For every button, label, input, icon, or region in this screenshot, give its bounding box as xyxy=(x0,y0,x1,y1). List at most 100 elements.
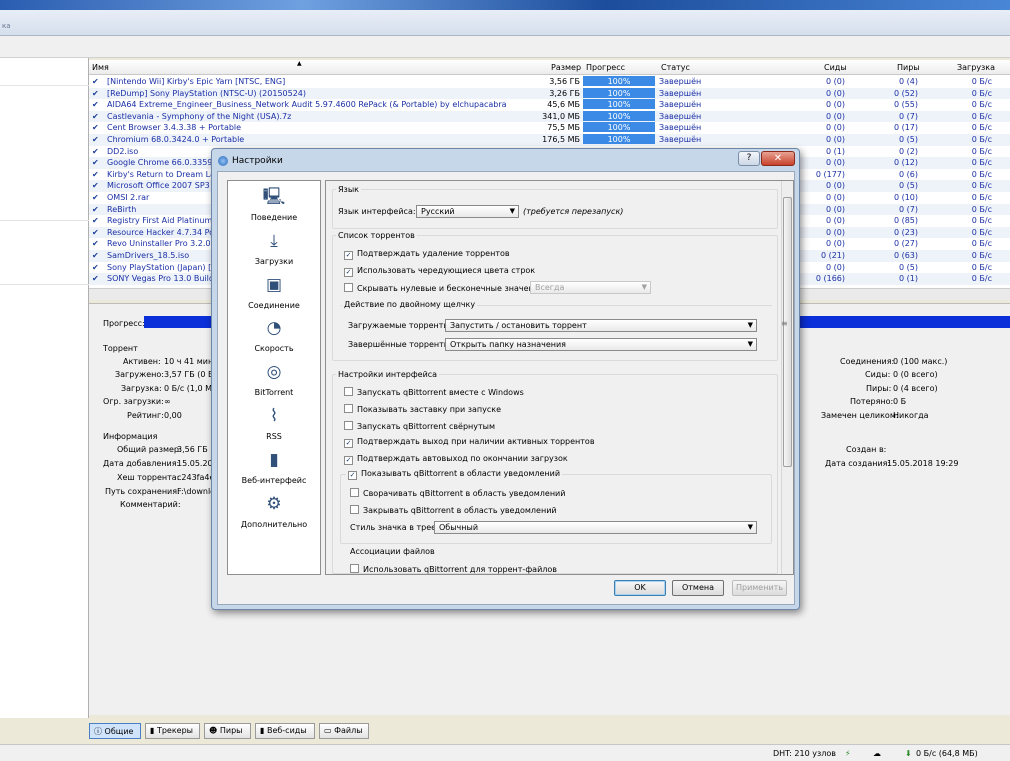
torrent-peers: 0 (23) xyxy=(893,227,918,237)
torrent-size: 3,26 ГБ xyxy=(549,88,580,98)
completed-torrents-select[interactable]: Открыть папку назначения xyxy=(445,338,757,351)
tab-webseeds[interactable]: ▮ Веб-сиды xyxy=(255,723,315,739)
torrent-status: Завершён xyxy=(659,111,702,121)
torrent-seeds: 0 (0) xyxy=(826,262,845,272)
torrent-row[interactable]: ✔ Castlevania - Symphony of the Night (US… xyxy=(89,110,1010,123)
web-ui-icon: ▮ xyxy=(269,449,279,470)
show-splash-checkbox[interactable]: Показывать заставку при запуске xyxy=(344,404,501,414)
start-minimized-checkbox[interactable]: Запускать qBittorrent свёрнутым xyxy=(344,421,495,431)
nav-item-label: Соединение xyxy=(248,300,300,310)
torrent-row[interactable]: ✔ [Nintendo Wii] Kirby's Epic Yarn [NTSC,… xyxy=(89,76,1010,88)
hide-zero-checkbox[interactable]: Скрывать нулевые и бесконечные значения xyxy=(344,283,544,293)
splitter-handle-icon[interactable]: ≡ xyxy=(781,319,788,328)
nav-item-web-ui[interactable]: ▮ Веб-интерфейс xyxy=(228,450,320,485)
nav-item-bittorrent[interactable]: ◎ BitTorrent xyxy=(228,362,320,397)
col-seeds[interactable]: Сиды xyxy=(824,63,847,72)
torrent-peers: 0 (5) xyxy=(899,262,918,272)
completed-check-icon: ✔ xyxy=(92,169,99,179)
speed-icon: ◔ xyxy=(266,318,282,339)
col-download[interactable]: Загрузка xyxy=(957,63,995,72)
assoc-torrent-checkbox[interactable]: Использовать qBittorrent для торрент-фай… xyxy=(350,564,557,574)
tray-style-select[interactable]: Обычный xyxy=(434,521,757,534)
close-button[interactable]: ✕ xyxy=(761,151,795,166)
torrent-seeds: 0 (0) xyxy=(826,88,845,98)
lost-value: 0 Б xyxy=(893,397,907,406)
language-select[interactable]: Русский xyxy=(416,205,519,218)
torrent-name: Cent Browser 3.4.3.38 + Portable xyxy=(107,123,242,133)
downloading-torrents-select[interactable]: Запустить / остановить торрент xyxy=(445,319,757,332)
col-name[interactable]: Имя xyxy=(92,63,109,72)
nav-item-connection[interactable]: ▣ Соединение xyxy=(228,275,320,310)
torrent-name: Kirby's Return to Dream La xyxy=(107,169,215,179)
tab-trackers[interactable]: ▮ Трекеры xyxy=(145,723,200,739)
torrent-download-speed: 0 Б/с xyxy=(971,227,992,237)
confirm-delete-checkbox[interactable]: ✓ Подтверждать удаление торрентов xyxy=(344,249,510,260)
show-tray-checkbox[interactable]: ✓ Показывать qBittorrent в области уведом… xyxy=(346,469,563,480)
torrent-row[interactable]: ✔ Cent Browser 3.4.3.38 + Portable 75,5 МБ… xyxy=(89,122,1010,134)
torrent-row[interactable]: ✔ [ReDump] Sony PlayStation (NTSC-U) (201… xyxy=(89,87,1010,100)
seeds-value: 0 (0 всего) xyxy=(893,370,938,379)
tab-peers[interactable]: ☻ Пиры xyxy=(204,723,251,739)
apply-button[interactable]: Применить xyxy=(732,580,787,596)
start-with-windows-label: Запускать qBittorrent вместе с Windows xyxy=(357,388,524,397)
nav-item-downloads[interactable]: ⤓ Загрузки xyxy=(228,231,320,266)
nav-item-rss[interactable]: ⌇ RSS xyxy=(228,406,320,441)
connection-status-icon[interactable]: ⚡ xyxy=(845,749,851,758)
torrent-row[interactable]: ✔ AIDA64 Extreme_Engineer_Business_Networ… xyxy=(89,99,1010,111)
col-size[interactable]: Размер xyxy=(551,63,581,72)
cancel-button[interactable]: Отмена xyxy=(672,580,724,596)
start-with-windows-checkbox[interactable]: Запускать qBittorrent вместе с Windows xyxy=(344,387,524,397)
panel-scrollbar[interactable] xyxy=(781,181,793,574)
app-title: ка xyxy=(2,22,11,30)
scrollbar-thumb[interactable] xyxy=(783,197,792,467)
tab-files[interactable]: ▭ Файлы xyxy=(319,723,369,739)
torrent-peers: 0 (6) xyxy=(899,169,918,179)
confirm-exit-checkbox[interactable]: ✓ Подтверждать выход при наличии активных… xyxy=(344,437,595,448)
ui-group-title: Настройки интерфейса xyxy=(336,370,440,379)
assoc-torrent-label: Использовать qBittorrent для торрент-фай… xyxy=(363,565,557,574)
nav-item-advanced[interactable]: ⚙ Дополнительно xyxy=(228,494,320,529)
col-peers[interactable]: Пиры xyxy=(897,63,920,72)
torrent-status: Завершён xyxy=(659,135,702,144)
info-section-header: Информация xyxy=(103,432,158,441)
confirm-autoexit-label: Подтверждать автовыход по окончании загр… xyxy=(357,454,568,463)
total-size-label: Общий размер: xyxy=(117,445,182,454)
nav-item-label: BitTorrent xyxy=(254,388,294,398)
torrent-download-speed: 0 Б/с xyxy=(971,251,992,260)
hide-zero-label: Скрывать нулевые и бесконечные значения xyxy=(357,284,544,293)
help-button[interactable]: ? xyxy=(738,151,760,166)
alt-rows-checkbox[interactable]: ✓ Использовать чередующиеся цвета строк xyxy=(344,266,535,277)
torrent-name: Microsoft Office 2007 SP3 E xyxy=(107,181,218,191)
minimize-tray-checkbox[interactable]: Сворачивать qBittorrent в область уведом… xyxy=(350,488,565,498)
nav-item-label: RSS xyxy=(266,432,282,441)
advanced-icon: ⚙ xyxy=(266,493,282,514)
torrent-download-speed: 0 Б/с xyxy=(971,169,992,179)
nav-item-speed[interactable]: ◔ Скорость xyxy=(228,318,320,353)
nav-item-behavior[interactable]: 🖳 Поведение xyxy=(228,187,320,222)
torrent-peers: 0 (5) xyxy=(899,181,918,191)
progress-label: Прогресс: xyxy=(103,319,145,328)
torrent-status: Завершён xyxy=(659,88,702,98)
tab-general[interactable]: ⓘ Общие xyxy=(89,723,141,739)
completed-check-icon: ✔ xyxy=(92,251,99,260)
hide-zero-select[interactable]: Всегда xyxy=(530,281,651,294)
lost-label: Потеряно: xyxy=(850,397,894,406)
torrent-status: Завершён xyxy=(659,100,702,110)
menu-bar xyxy=(0,36,1010,58)
torrent-download-speed: 0 Б/с xyxy=(971,193,992,202)
speed-limit-icon[interactable]: ☁ xyxy=(873,749,881,758)
tab-trackers-label: Трекеры xyxy=(156,726,193,735)
tab-files-label: Файлы xyxy=(334,726,363,735)
restart-note: (требуется перезапуск) xyxy=(523,207,624,216)
status-bar: DHT: 210 узлов ⚡ ☁ ⬇ 0 Б/с (64,8 МБ) xyxy=(0,744,1010,761)
close-tray-checkbox[interactable]: Закрывать qBittorrent в область уведомле… xyxy=(350,505,557,515)
col-progress[interactable]: Прогресс xyxy=(586,63,625,72)
created-date-label: Дата создания: xyxy=(825,459,891,468)
confirm-autoexit-checkbox[interactable]: ✓ Подтверждать автовыход по окончании заг… xyxy=(344,454,568,465)
torrent-row[interactable]: ✔ Chromium 68.0.3424.0 + Portable 176,5 МБ… xyxy=(89,134,1010,146)
hash-value: c243fa4e xyxy=(177,473,215,482)
ok-button[interactable]: OK xyxy=(614,580,666,596)
behavior-icon: 🖳 xyxy=(262,187,286,207)
torrent-seeds: 0 (0) xyxy=(826,204,845,214)
col-status[interactable]: Статус xyxy=(661,63,690,72)
